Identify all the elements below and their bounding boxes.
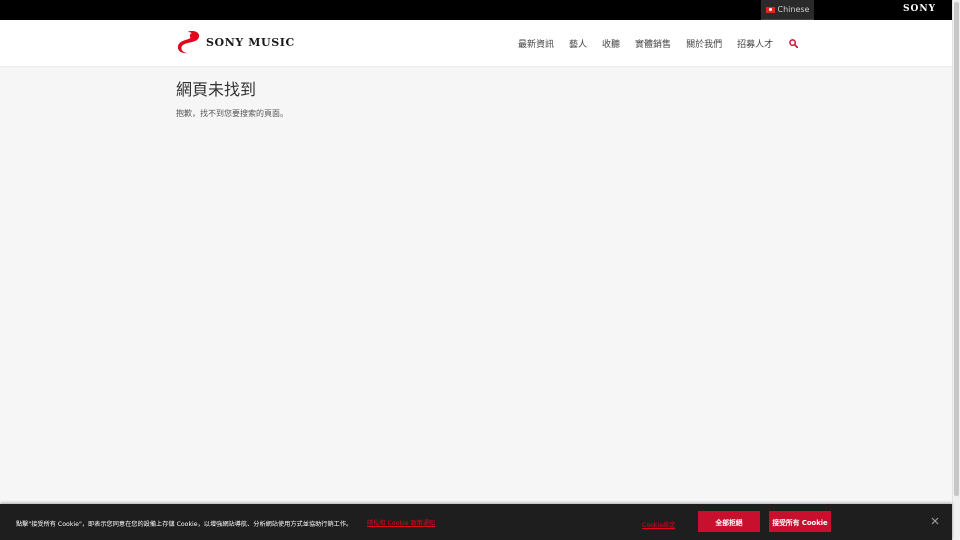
nav-item-careers[interactable]: 招募人才: [737, 37, 773, 50]
cookie-notice-text: 點擊"接受所有 Cookie"，即表示您同意在您的設備上存儲 Cookie，以增…: [16, 521, 353, 528]
privacy-policy-link[interactable]: 隱私和 Cookie 政策通知: [367, 518, 435, 527]
close-icon[interactable]: [930, 516, 940, 526]
search-icon[interactable]: [789, 39, 799, 48]
main-nav: 最新資訊 藝人 收聽 實體銷售 關於我們 招募人才: [518, 37, 799, 50]
page-title: 網頁未找到: [176, 80, 257, 99]
logo-text: SONY MUSIC: [206, 35, 295, 49]
page-scrollbar[interactable]: [952, 0, 960, 540]
language-selector[interactable]: Chinese: [761, 0, 814, 20]
china-flag-icon: [765, 6, 775, 13]
accept-all-cookies-button[interactable]: 接受所有 Cookie: [769, 511, 831, 532]
scrollbar-thumb[interactable]: [954, 2, 959, 496]
language-label: Chinese: [777, 5, 810, 14]
nav-item-about-us[interactable]: 關於我們: [686, 37, 722, 50]
nav-item-physical-sales[interactable]: 實體銷售: [635, 37, 671, 50]
sony-music-logo[interactable]: SONY MUSIC: [176, 29, 295, 55]
top-bar: Chinese SONY: [0, 0, 952, 20]
cookie-settings-link[interactable]: Cookie設定: [642, 520, 675, 529]
nav-item-artists[interactable]: 藝人: [569, 37, 587, 50]
not-found-message: 抱歉，找不到您要搜索的頁面。: [176, 109, 288, 118]
reject-all-button[interactable]: 全部拒絕: [698, 511, 760, 532]
nav-item-listen[interactable]: 收聽: [602, 37, 620, 50]
site-header: SONY MUSIC 最新資訊 藝人 收聽 實體銷售 關於我們 招募人才: [0, 20, 952, 67]
sony-music-s-icon: [177, 31, 200, 54]
cookie-banner: 點擊"接受所有 Cookie"，即表示您同意在您的設備上存儲 Cookie，以增…: [0, 504, 952, 540]
nav-item-news[interactable]: 最新資訊: [518, 37, 554, 50]
sony-brand-logo[interactable]: SONY: [903, 4, 936, 14]
